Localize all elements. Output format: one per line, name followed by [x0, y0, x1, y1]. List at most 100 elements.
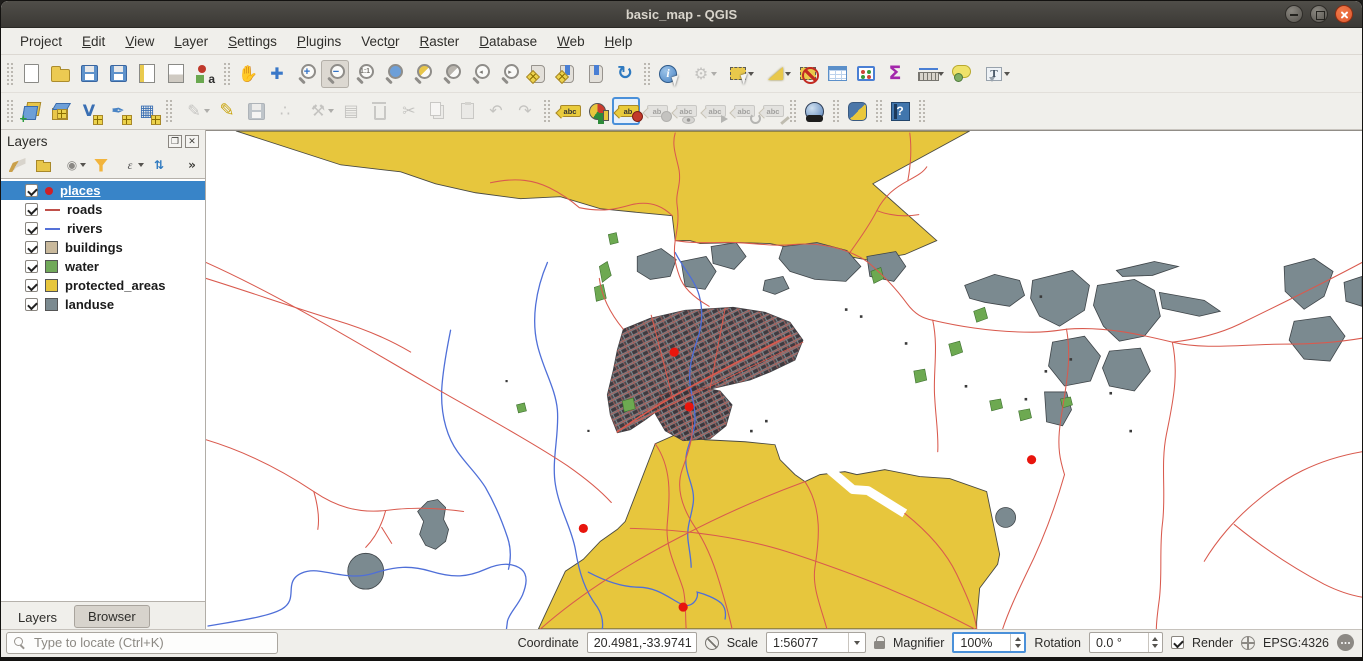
save-layer-edits-button[interactable]: [242, 97, 270, 125]
expand-collapse-button[interactable]: ⇅: [147, 154, 171, 176]
float-panel-button[interactable]: ❐: [168, 135, 182, 148]
minimize-button[interactable]: [1285, 5, 1303, 23]
multiedit-attributes-button[interactable]: ▤: [337, 97, 365, 125]
menu-web[interactable]: Web: [548, 30, 594, 53]
python-console-button[interactable]: [843, 97, 871, 125]
open-project-button[interactable]: [46, 60, 74, 88]
menu-raster[interactable]: Raster: [411, 30, 469, 53]
layer-visibility-checkbox[interactable]: [25, 184, 38, 197]
map-tips-button[interactable]: [947, 60, 975, 88]
bookmark-manager-button[interactable]: [582, 60, 610, 88]
spinner-arrows-icon[interactable]: [1148, 633, 1162, 652]
render-checkbox[interactable]: [1171, 636, 1184, 649]
pin-labels-button[interactable]: ab: [612, 97, 640, 125]
magnifier-spinbox[interactable]: 100%: [952, 632, 1026, 653]
messages-icon[interactable]: [1337, 634, 1354, 651]
style-manager-button[interactable]: a: [191, 60, 219, 88]
open-layer-styling-button[interactable]: [5, 154, 29, 176]
zoom-last-button[interactable]: ◂: [466, 60, 494, 88]
add-group-button[interactable]: [31, 154, 55, 176]
current-edits-button[interactable]: ✎: [176, 97, 212, 125]
new-geopackage-button[interactable]: [46, 97, 74, 125]
chevron-down-icon[interactable]: [848, 633, 865, 652]
new-print-layout-button[interactable]: [133, 60, 161, 88]
advanced-digitizing-button[interactable]: ⚒: [300, 97, 336, 125]
filter-legend-button[interactable]: [89, 154, 113, 176]
layer-item-water[interactable]: water: [1, 257, 205, 276]
menu-layer[interactable]: Layer: [165, 30, 217, 53]
layer-visibility-checkbox[interactable]: [25, 203, 38, 216]
zoom-in-button[interactable]: +: [292, 60, 320, 88]
scale-combobox[interactable]: 1:56077: [766, 632, 866, 653]
layer-visibility-checkbox[interactable]: [25, 298, 38, 311]
zoom-native-button[interactable]: 1:1: [350, 60, 378, 88]
zoom-out-button[interactable]: −: [321, 60, 349, 88]
title-bar[interactable]: basic_map - QGIS: [1, 1, 1362, 28]
undo-button[interactable]: ↶: [482, 97, 510, 125]
menu-settings[interactable]: Settings: [219, 30, 286, 53]
identify-features-button[interactable]: i: [654, 60, 682, 88]
crs-status[interactable]: EPSG:4326: [1263, 636, 1329, 650]
layer-visibility-checkbox[interactable]: [25, 241, 38, 254]
pan-to-selection-button[interactable]: ✚: [263, 60, 291, 88]
menu-plugins[interactable]: Plugins: [288, 30, 350, 53]
field-calculator-button[interactable]: [852, 60, 880, 88]
layer-visibility-checkbox[interactable]: [25, 260, 38, 273]
layer-visibility-checkbox[interactable]: [25, 279, 38, 292]
refresh-map-button[interactable]: ↻: [611, 60, 639, 88]
layer-item-landuse[interactable]: landuse: [1, 295, 205, 314]
layer-item-protected-areas[interactable]: protected_areas: [1, 276, 205, 295]
highlight-pinned-labels-button[interactable]: ab: [641, 97, 669, 125]
open-attribute-table-button[interactable]: [823, 60, 851, 88]
rotation-spinbox[interactable]: 0.0 °: [1089, 632, 1163, 653]
spinner-arrows-icon[interactable]: [1010, 634, 1024, 651]
zoom-next-button[interactable]: ▸: [495, 60, 523, 88]
new-shapefile-button[interactable]: V: [75, 97, 103, 125]
menu-database[interactable]: Database: [470, 30, 546, 53]
pan-map-button[interactable]: ✋: [234, 60, 262, 88]
select-by-expression-button[interactable]: [757, 60, 793, 88]
paste-features-button[interactable]: [453, 97, 481, 125]
new-virtual-layer-button[interactable]: ▦: [133, 97, 161, 125]
change-label-button[interactable]: abc: [757, 97, 785, 125]
tab-browser[interactable]: Browser: [74, 605, 150, 628]
zoom-to-selection-button[interactable]: [408, 60, 436, 88]
menu-project[interactable]: Project: [11, 30, 71, 53]
menu-vector[interactable]: Vector: [352, 30, 408, 53]
close-button[interactable]: [1335, 5, 1353, 23]
manage-map-themes-button[interactable]: ◉: [57, 154, 87, 176]
data-source-manager-button[interactable]: +: [17, 97, 45, 125]
layout-manager-button[interactable]: [162, 60, 190, 88]
layer-item-buildings[interactable]: buildings: [1, 238, 205, 257]
cut-features-button[interactable]: ✂: [395, 97, 423, 125]
copy-features-button[interactable]: [424, 97, 452, 125]
delete-selected-button[interactable]: [366, 97, 394, 125]
layer-labeling-button[interactable]: abc: [554, 97, 582, 125]
show-hidden-labels-button[interactable]: abc: [670, 97, 698, 125]
layer-visibility-checkbox[interactable]: [25, 222, 38, 235]
menu-edit[interactable]: Edit: [73, 30, 114, 53]
select-features-button[interactable]: [720, 60, 756, 88]
save-project-button[interactable]: [75, 60, 103, 88]
layer-diagram-button[interactable]: [583, 97, 611, 125]
layer-item-rivers[interactable]: rivers: [1, 219, 205, 238]
filter-by-expression-button[interactable]: ε: [115, 154, 145, 176]
toggle-editing-button[interactable]: ✎: [213, 97, 241, 125]
text-annotation-button[interactable]: T: [976, 60, 1012, 88]
extents-toggle-icon[interactable]: [705, 636, 719, 650]
move-label-button[interactable]: abc: [699, 97, 727, 125]
help-button[interactable]: ?: [886, 97, 914, 125]
zoom-full-button[interactable]: [379, 60, 407, 88]
show-bookmarks-button[interactable]: [553, 60, 581, 88]
zoom-to-layer-button[interactable]: [437, 60, 465, 88]
layer-item-places[interactable]: places: [1, 181, 205, 200]
menu-view[interactable]: View: [116, 30, 163, 53]
tab-layers[interactable]: Layers: [5, 607, 70, 628]
lock-scale-icon[interactable]: [874, 641, 885, 649]
menu-help[interactable]: Help: [596, 30, 642, 53]
show-statistics-button[interactable]: Σ: [881, 60, 909, 88]
new-bookmark-button[interactable]: [524, 60, 552, 88]
save-project-as-button[interactable]: [104, 60, 132, 88]
metasearch-button[interactable]: [800, 97, 828, 125]
run-feature-action-button[interactable]: ⚙: [683, 60, 719, 88]
